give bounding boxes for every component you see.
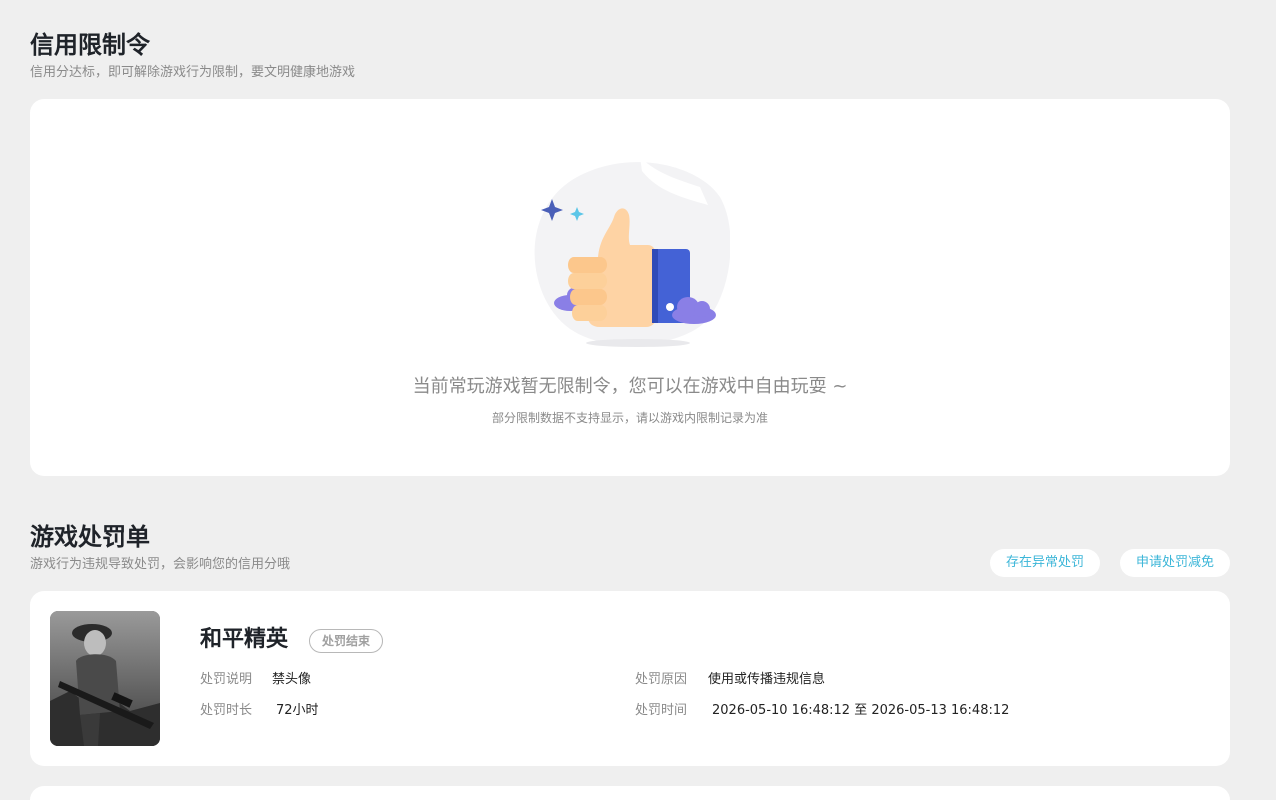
credit-section-title: 信用限制令	[30, 31, 150, 59]
abnormal-penalty-button[interactable]: 存在异常处罚	[990, 549, 1100, 577]
credit-empty-card: 当前常玩游戏暂无限制令，您可以在游戏中自由玩耍 ~ 部分限制数据不支持显示，请以…	[30, 99, 1230, 476]
game-thumbnail	[50, 611, 160, 746]
empty-state-note: 部分限制数据不支持显示，请以游戏内限制记录为准	[491, 411, 768, 425]
thumbs-up-icon	[534, 157, 730, 347]
penalty-reason-value: 使用或传播违规信息	[708, 672, 826, 687]
penalty-desc-value: 禁头像	[272, 672, 312, 687]
penalty-desc-label: 处罚说明	[200, 672, 253, 687]
penalty-card-next	[30, 786, 1230, 800]
empty-state-message: 当前常玩游戏暂无限制令，您可以在游戏中自由玩耍 ~	[412, 376, 848, 397]
status-badge: 处罚结束	[309, 629, 384, 653]
game-character-image	[50, 611, 160, 746]
penalty-card: 和平精英 处罚结束 处罚说明 禁头像 处罚时长 72小时 处罚原因 使用或传播违…	[30, 591, 1230, 766]
penalty-time-label: 处罚时间	[635, 703, 688, 718]
apply-penalty-reduction-button[interactable]: 申请处罚减免	[1120, 549, 1230, 577]
penalty-duration-label: 处罚时长	[200, 703, 253, 718]
penalty-reason-label: 处罚原因	[635, 672, 688, 687]
penalty-time-value: 2026-05-10 16:48:12 至 2026-05-13 16:48:1…	[712, 703, 1010, 718]
game-name: 和平精英	[200, 627, 289, 652]
page: 信用限制令 信用分达标，即可解除游戏行为限制，要文明健康地游戏 当前常玩游戏暂无…	[0, 0, 1276, 800]
penalty-duration-value: 72小时	[276, 703, 319, 718]
penalty-section-title: 游戏处罚单	[30, 523, 150, 551]
penalty-section-subtitle: 游戏行为违规导致处罚，会影响您的信用分哦	[30, 557, 291, 572]
credit-section-subtitle: 信用分达标，即可解除游戏行为限制，要文明健康地游戏	[30, 65, 356, 80]
